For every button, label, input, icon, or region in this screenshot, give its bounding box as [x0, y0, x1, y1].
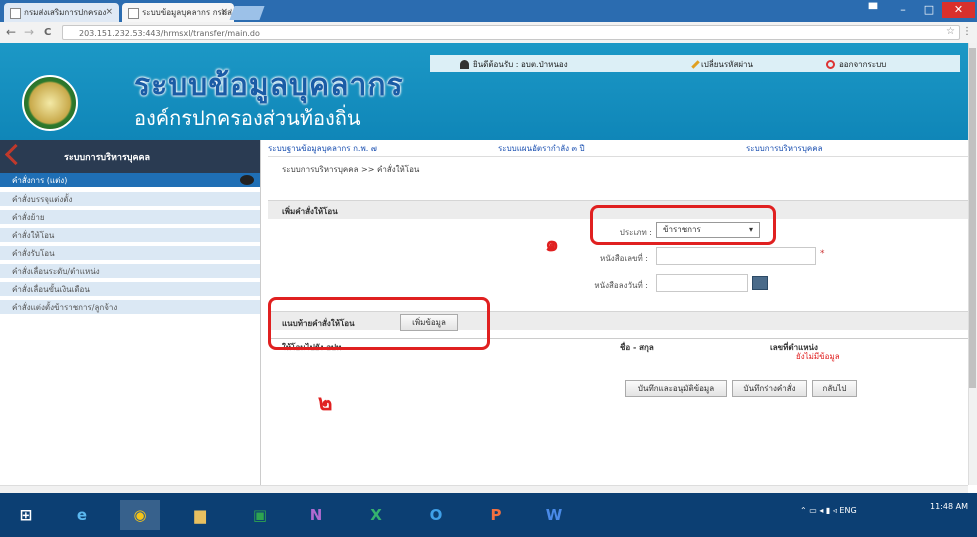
- sidebar-item-move[interactable]: คำสั่งย้าย: [0, 210, 260, 225]
- windows-start-icon[interactable]: ⊞: [6, 500, 46, 530]
- divider: [268, 156, 968, 157]
- ie-icon[interactable]: e: [62, 500, 102, 530]
- address-bar[interactable]: 203.151.232.53:443/hrmsxl/transfer/main.…: [62, 25, 960, 40]
- logout-link[interactable]: ออกจากระบบ: [826, 58, 886, 71]
- nav-manpower-plan[interactable]: ระบบแผนอัตรากำลัง ๓ ปี: [498, 142, 585, 155]
- close-icon[interactable]: ×: [105, 3, 113, 22]
- sidebar-item-order[interactable]: คำสั่งการ (แต่ง): [0, 173, 260, 188]
- folder-icon[interactable]: ▆: [180, 500, 220, 530]
- save-draft-button[interactable]: บันทึกร่างคำสั่ง: [732, 380, 807, 397]
- outlook-icon[interactable]: O: [416, 500, 456, 530]
- url-text: 203.151.232.53:443/hrmsxl/transfer/main.…: [79, 29, 260, 38]
- excel-icon[interactable]: X: [356, 500, 396, 530]
- power-icon: [826, 60, 835, 69]
- doc-number-label: หนังสือเลขที่ :: [600, 254, 648, 263]
- sidebar-item-salary[interactable]: คำสั่งเลื่อนขั้นเงินเดือน: [0, 282, 260, 297]
- annotation-number-1: ๑: [545, 232, 559, 257]
- new-tab-button[interactable]: [229, 6, 265, 20]
- reload-button[interactable]: C: [44, 24, 51, 41]
- doc-date-label: หนังสือลงวันที่ :: [594, 281, 648, 290]
- user-icon: [460, 60, 469, 69]
- browser-tab-1[interactable]: กรมส่งเสริมการปกครอง ×: [4, 3, 119, 22]
- user-icon[interactable]: ▀: [858, 2, 888, 18]
- breadcrumb: ระบบการบริหารบุคคล >> คำสั่งให้โอน: [282, 165, 420, 174]
- store-icon[interactable]: ▣: [240, 500, 280, 530]
- page-icon: [10, 8, 21, 19]
- annotation-box-1: [590, 205, 776, 245]
- browser-tab-2[interactable]: ระบบข้อมูลบุคลากร กรมส่งเสริม ×: [122, 3, 234, 22]
- star-icon[interactable]: ☆: [946, 26, 955, 37]
- calendar-icon[interactable]: [752, 276, 768, 290]
- welcome-user: ยินดีต้อนรับ : อบต.ป่าหนอง: [460, 58, 568, 71]
- organization-logo: [22, 75, 78, 131]
- tray-icons: ⌃ ▭ ◂ ▮ ◃: [800, 506, 840, 515]
- section-title-add-order: เพิ่มคำสั่งให้โอน: [282, 207, 338, 216]
- doc-number-input[interactable]: [656, 247, 816, 265]
- nav-hr-database[interactable]: ระบบฐานข้อมูลบุคลากร ก.พ. ๗: [268, 142, 377, 155]
- close-window-button[interactable]: ✕: [942, 2, 975, 18]
- tab-label: กรมส่งเสริมการปกครอง: [24, 8, 107, 17]
- page-icon: [128, 8, 139, 19]
- eye-icon: [240, 175, 254, 185]
- annotation-box-2: [268, 297, 490, 350]
- sidebar-title: ระบบการบริหารบุคคล: [64, 153, 151, 163]
- back-button[interactable]: กลับไป: [812, 380, 857, 397]
- clock[interactable]: 11:48 AM: [930, 500, 968, 513]
- sidebar-item-staff[interactable]: คำสั่งแต่งตั้งข้าราชการ/ลูกจ้าง: [0, 300, 260, 315]
- sidebar-item-promote[interactable]: คำสั่งเลื่อนระดับ/ตำแหน่ง: [0, 264, 260, 279]
- annotation-number-2: ๒: [318, 391, 333, 416]
- site-subtitle: องค์กรปกครองส่วนท้องถิ่น: [134, 106, 361, 130]
- word-icon[interactable]: W: [534, 500, 574, 530]
- sidebar-item-transfer-in[interactable]: คำสั่งรับโอน: [0, 246, 260, 261]
- maximize-button[interactable]: □: [916, 2, 942, 18]
- system-tray[interactable]: ⌃ ▭ ◂ ▮ ◃ ENG: [800, 506, 857, 515]
- forward-button[interactable]: →: [24, 24, 34, 41]
- save-approve-button[interactable]: บันทึกและอนุมัติข้อมูล: [625, 380, 727, 397]
- powerpoint-icon[interactable]: P: [476, 500, 516, 530]
- sidebar-item-appoint[interactable]: คำสั่งบรรจุแต่งตั้ง: [0, 192, 260, 207]
- chrome-icon[interactable]: ◉: [120, 500, 160, 530]
- top-navigation: ระบบฐานข้อมูลบุคลากร ก.พ. ๗ ระบบแผนอัตรา…: [268, 142, 968, 154]
- menu-icon[interactable]: ⋮: [962, 26, 972, 37]
- nav-personnel-admin[interactable]: ระบบการบริหารบุคคล: [746, 142, 823, 155]
- change-password-link[interactable]: เปลี่ยนรหัสผ่าน: [691, 58, 753, 71]
- sidebar-item-transfer-out[interactable]: คำสั่งให้โอน: [0, 228, 260, 243]
- minimize-button[interactable]: –: [890, 2, 916, 18]
- scrollbar-thumb[interactable]: [969, 48, 976, 388]
- close-icon[interactable]: ×: [220, 3, 228, 22]
- back-button[interactable]: ←: [6, 24, 16, 41]
- language-indicator: ENG: [839, 506, 857, 515]
- no-data-message: ยังไม่มีข้อมูล: [796, 352, 840, 361]
- doc-date-input[interactable]: [656, 274, 748, 292]
- column-name: ชื่อ - สกุล: [620, 343, 654, 352]
- onenote-icon[interactable]: N: [296, 500, 336, 530]
- required-mark: *: [820, 249, 825, 259]
